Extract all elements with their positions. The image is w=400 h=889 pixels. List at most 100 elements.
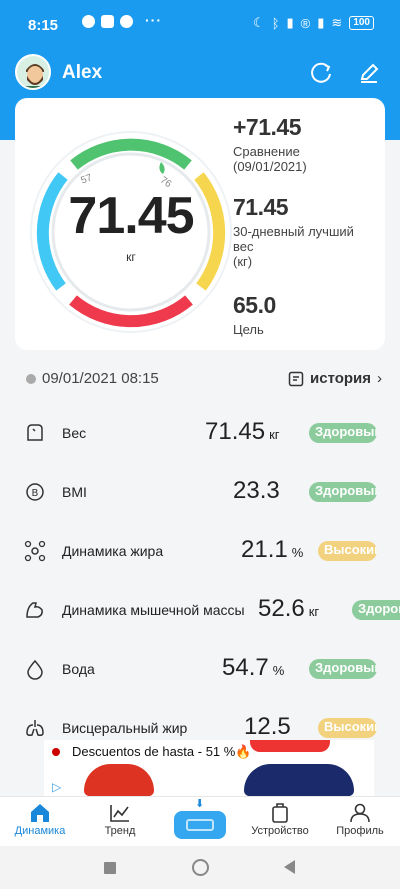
signal-icon-2: ▮ — [317, 15, 325, 30]
notification-icons: ··· — [82, 12, 162, 28]
person-icon — [350, 803, 370, 823]
ad-play-icon: ▷ — [52, 780, 62, 794]
tab-label: Профиль — [336, 825, 384, 837]
scale-icon-tab — [186, 819, 214, 831]
datetime-text: 09/01/2021 08:15 — [42, 370, 159, 387]
ad-logo-icon — [52, 748, 60, 756]
bluetooth-icon: ᛒ — [271, 15, 280, 31]
status-badge: Высокий — [318, 541, 377, 561]
more-notifications-icon: ··· — [145, 12, 162, 28]
bmi-icon: B — [26, 483, 44, 501]
system-icons: ☾ ᛒ ▮ ® ▮ ≋ 100 — [253, 15, 374, 31]
mail-icon — [101, 15, 114, 28]
check-icon — [120, 15, 133, 28]
tab-label: Устройство — [251, 825, 309, 837]
metric-row-water[interactable]: Вода 54.7% Здоровый — [0, 648, 400, 688]
registered-icon: ® — [300, 15, 311, 31]
current-weight-unit: кг — [126, 250, 136, 264]
ad-decoration — [250, 740, 330, 752]
status-badge: Здоровый — [309, 659, 377, 679]
signal-icon: ▮ — [286, 15, 294, 30]
device-icon — [272, 803, 288, 823]
history-label: история — [310, 370, 372, 387]
comparison-label: Сравнение — [233, 144, 300, 159]
home-nav-icon[interactable] — [192, 859, 209, 876]
status-badge: Здоров — [352, 600, 400, 620]
history-icon — [288, 371, 304, 386]
comparison-stat: +71.45 Сравнение (09/01/2021) — [233, 114, 383, 174]
best-weight-value: 71.45 — [233, 194, 289, 220]
trend-chart-icon — [110, 805, 129, 822]
messenger-icon — [82, 15, 95, 28]
water-drop-icon — [27, 659, 43, 680]
goal-value: 65.0 — [233, 292, 276, 318]
pencil-icon — [360, 63, 379, 83]
best-weight-label-2: вес — [233, 239, 254, 254]
status-badge: Здоровый — [309, 423, 377, 443]
metric-value: 52.6 кг — [258, 595, 320, 622]
metric-label: Динамика жира — [62, 543, 164, 559]
wifi-icon: ≋ — [331, 15, 343, 30]
current-weight-value: 71.45 — [68, 187, 194, 245]
metric-row-body-fat[interactable]: Динамика жира 21.1% Высокий — [0, 530, 400, 570]
best-weight-label-3: (кг) — [233, 254, 253, 269]
fat-icon — [24, 540, 46, 562]
app-header: Alex — [0, 50, 400, 94]
scale-icon — [27, 424, 43, 441]
chevron-right-icon: › — [377, 370, 383, 387]
comparison-value: +71.45 — [233, 114, 302, 140]
metric-label: Висцеральный жир — [62, 720, 188, 736]
system-nav-bar — [0, 846, 400, 889]
best-weight-label-1: 30-дневный лучший — [233, 224, 354, 239]
home-icon — [31, 804, 49, 822]
status-time: 8:15 — [28, 17, 59, 34]
tab-profile[interactable]: Профиль — [325, 803, 395, 837]
metric-label: Вода — [62, 661, 95, 677]
metric-label: Динамика мышечной массы — [62, 602, 245, 618]
tab-dynamics[interactable]: Динамика — [5, 803, 75, 837]
tab-device[interactable]: Устройство — [245, 803, 315, 837]
moon-icon: ☾ — [253, 15, 265, 30]
metric-value: 21.1% — [241, 536, 304, 563]
recents-icon[interactable] — [104, 862, 116, 874]
comparison-date: (09/01/2021) — [233, 159, 307, 174]
avatar[interactable] — [15, 54, 51, 90]
metric-row-bmi[interactable]: B BMI 23.3 Здоровый — [0, 471, 400, 511]
metric-label: BMI — [62, 484, 87, 500]
tab-label: Тренд — [104, 825, 136, 837]
ad-shoe-image — [84, 764, 154, 796]
avatar-face-icon — [17, 56, 49, 88]
history-link[interactable]: история › — [288, 370, 382, 387]
scale-measure-button[interactable]: ⬇ — [174, 798, 226, 839]
muscle-icon — [26, 602, 43, 618]
weight-summary-card: 57 76 71.45 кг +71.45 Сравнение (09/01/2… — [15, 98, 385, 350]
metric-value: 71.45 кг — [205, 418, 280, 445]
metric-label: Вес — [62, 425, 87, 441]
goal-stat: 65.0 Цель — [233, 292, 383, 337]
tab-trend[interactable]: Тренд — [85, 803, 155, 837]
best-weight-stat: 71.45 30-дневный лучший вес (кг) — [233, 194, 383, 269]
metric-value: 12.5 — [244, 713, 291, 740]
metric-value: 23.3 — [233, 477, 280, 504]
status-badge: Высокий — [318, 718, 377, 738]
username: Alex — [62, 62, 103, 83]
refresh-icon — [311, 62, 331, 83]
edit-button[interactable] — [356, 60, 382, 86]
tab-label: Динамика — [14, 825, 66, 837]
ad-shoe-image-2 — [244, 764, 354, 796]
ad-text: Descuentos de hasta - 51 %🔥 — [72, 744, 252, 759]
back-icon[interactable] — [284, 860, 295, 874]
battery-icon: 100 — [349, 16, 374, 30]
sync-button[interactable] — [308, 60, 334, 86]
metric-row-weight[interactable]: Вес 71.45 кг Здоровый — [0, 412, 400, 452]
arrow-down-icon: ⬇ — [195, 798, 205, 810]
svg-text:B: B — [32, 488, 39, 499]
ad-banner[interactable]: Descuentos de hasta - 51 %🔥 ▷ — [44, 740, 374, 796]
metric-value: 54.7% — [222, 654, 285, 681]
measurement-datetime: 09/01/2021 08:15 — [26, 370, 159, 387]
gauge-marker-icon — [159, 162, 165, 174]
status-bar: 8:15 ··· ☾ ᛒ ▮ ® ▮ ≋ 100 — [0, 0, 400, 44]
metric-row-muscle[interactable]: Динамика мышечной массы 52.6кг Здоров — [0, 589, 400, 629]
lungs-icon — [26, 720, 44, 736]
status-badge: Здоровый — [309, 482, 377, 502]
